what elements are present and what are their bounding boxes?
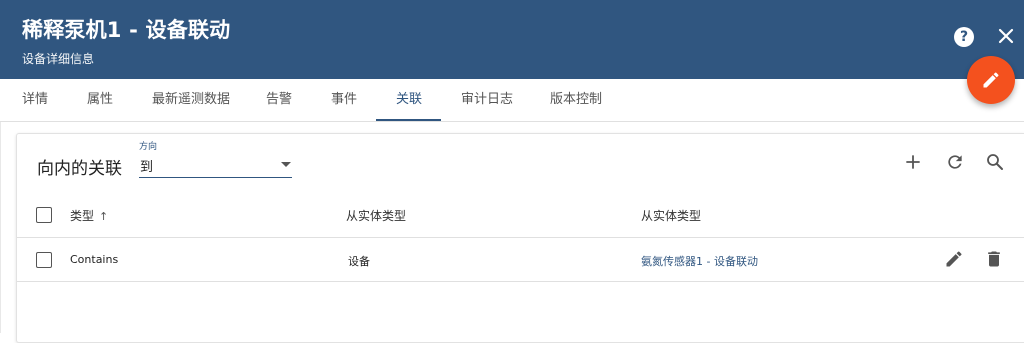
direction-select[interactable]: 到 [139, 153, 292, 178]
help-icon[interactable]: ? [954, 27, 974, 47]
active-tab-indicator [376, 119, 441, 121]
tab-events[interactable]: 事件 [331, 79, 357, 121]
chevron-down-icon [281, 162, 291, 167]
tab-attributes[interactable]: 属性 [87, 79, 113, 121]
relations-title: 向内的关联 [37, 159, 122, 179]
select-all-checkbox[interactable] [36, 207, 52, 223]
left-divider [0, 122, 1, 333]
row-checkbox[interactable] [36, 252, 52, 268]
table-row[interactable]: Contains 设备 氨氮传感器1 - 设备联动 [17, 238, 1024, 282]
row-entity-type: 设备 [348, 255, 370, 268]
search-icon[interactable] [985, 152, 1005, 172]
tab-version-control[interactable]: 版本控制 [550, 79, 602, 121]
page-title: 稀释泵机1 - 设备联动 [22, 18, 231, 42]
edit-fab-button[interactable] [967, 56, 1015, 104]
tab-audit-logs[interactable]: 审计日志 [461, 79, 513, 121]
add-icon[interactable] [903, 152, 923, 172]
tab-alarms[interactable]: 告警 [266, 79, 292, 121]
sort-ascending-icon: ↑ [99, 210, 109, 223]
tab-relations[interactable]: 关联 [396, 79, 422, 121]
page-header: 稀释泵机1 - 设备联动 设备详细信息 ? [0, 0, 1024, 79]
tab-bar: 详情 属性 最新遥测数据 告警 事件 关联 审计日志 版本控制 [0, 79, 1024, 122]
page-subtitle: 设备详细信息 [22, 52, 95, 66]
row-type: Contains [70, 253, 119, 266]
refresh-icon[interactable] [945, 152, 965, 172]
tab-latest-telemetry[interactable]: 最新遥测数据 [152, 79, 230, 121]
column-type[interactable]: 类型 ↑ [70, 207, 108, 224]
column-from-entity-name[interactable]: 从实体类型 [641, 207, 701, 224]
table-header: 类型 ↑ 从实体类型 从实体类型 [17, 194, 1024, 238]
close-icon[interactable] [996, 26, 1016, 46]
row-entity-name-link[interactable]: 氨氮传感器1 - 设备联动 [641, 253, 758, 269]
relations-card: 向内的关联 方向 到 类型 ↑ 从实体类型 从实体类型 Contains 设备 氨… [16, 133, 1024, 343]
column-from-entity-type[interactable]: 从实体类型 [346, 207, 406, 224]
direction-label: 方向 [139, 142, 158, 152]
delete-icon[interactable] [984, 249, 1004, 269]
tab-details[interactable]: 详情 [22, 79, 48, 121]
direction-value: 到 [140, 160, 154, 175]
pencil-icon [983, 72, 999, 88]
column-type-label: 类型 [70, 209, 95, 223]
edit-icon[interactable] [944, 249, 964, 269]
